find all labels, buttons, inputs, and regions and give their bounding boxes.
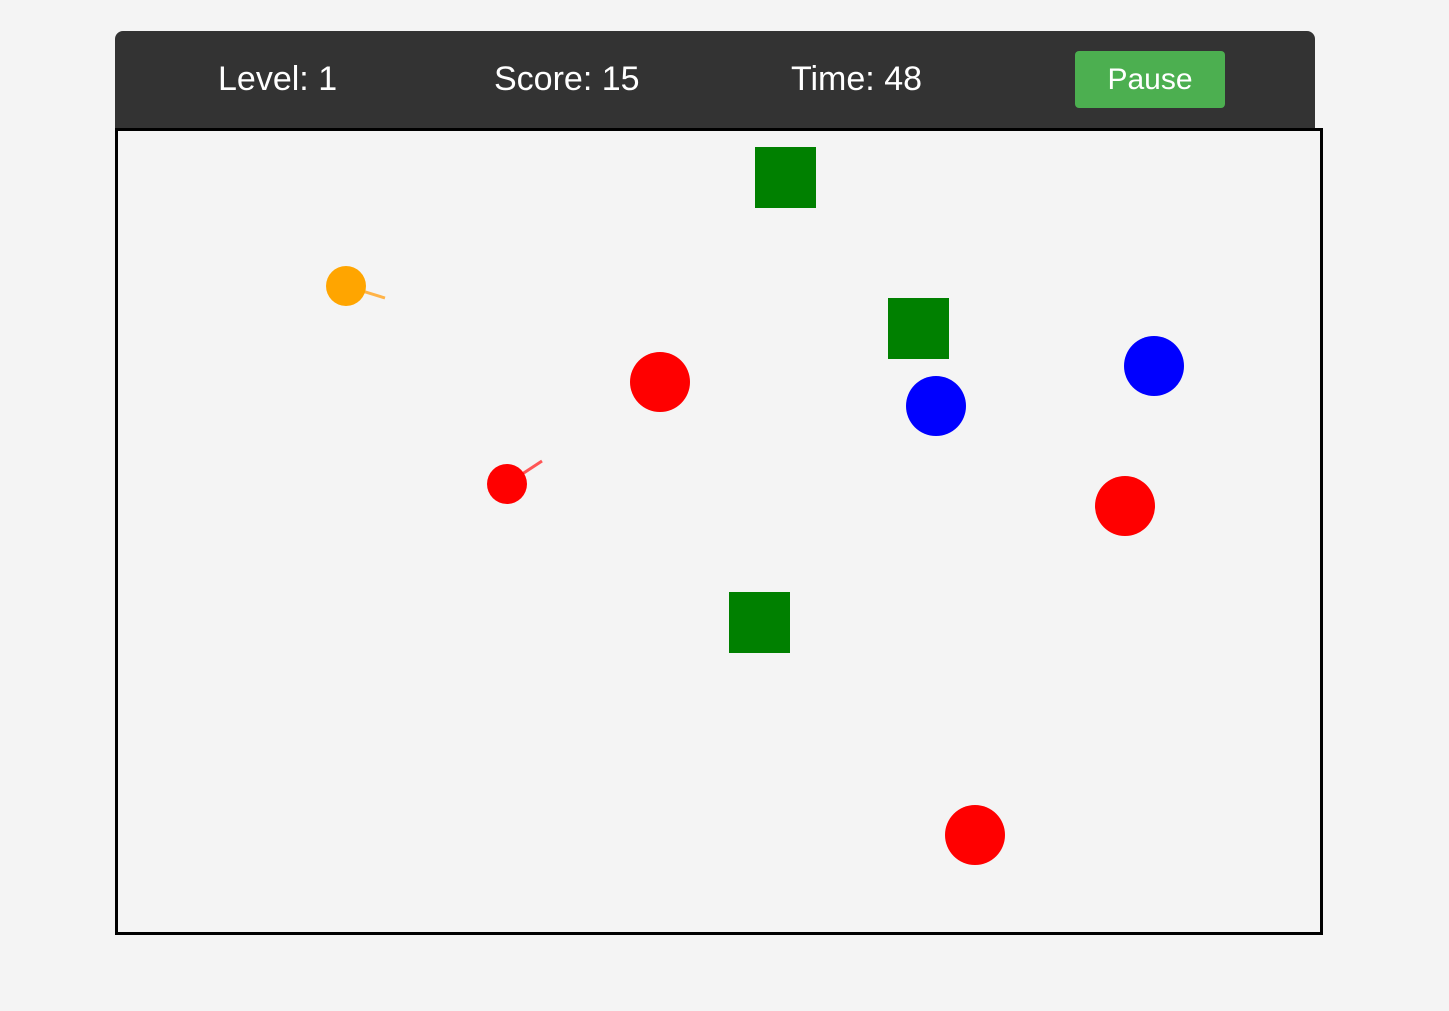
red-circle (630, 352, 690, 412)
red-circle (945, 805, 1005, 865)
time-display: Time: 48 (791, 31, 922, 128)
level-display: Level: 1 (218, 31, 337, 128)
pause-button[interactable]: Pause (1075, 51, 1225, 108)
blue-circle (1124, 336, 1184, 396)
level-label: Level: (218, 60, 319, 98)
orange-shooter-body (326, 266, 366, 306)
time-label: Time: (791, 60, 885, 98)
green-square (755, 147, 816, 208)
green-square (729, 592, 790, 653)
red-circle (1095, 476, 1155, 536)
score-display: Score: 15 (494, 31, 640, 128)
level-value: 1 (318, 60, 338, 98)
score-label: Score: (494, 60, 602, 98)
red-shooter-body (487, 464, 527, 504)
orange-shooter (326, 266, 386, 306)
game-hud: Level: 1 Score: 15 Time: 48 Pause (115, 31, 1315, 128)
blue-circle (906, 376, 966, 436)
score-value: 15 (601, 60, 640, 98)
time-value: 48 (884, 60, 923, 98)
game-canvas[interactable] (115, 128, 1323, 935)
green-square (888, 298, 949, 359)
red-shooter (487, 459, 543, 504)
game-scene[interactable] (118, 131, 1320, 932)
